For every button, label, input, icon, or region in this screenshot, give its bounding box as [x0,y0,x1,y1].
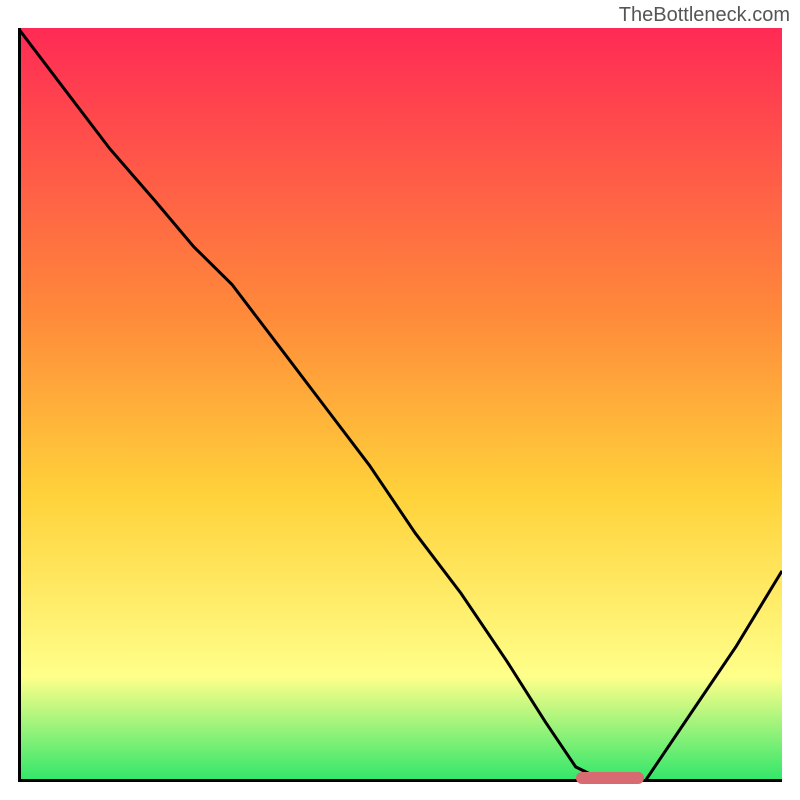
watermark-text: TheBottleneck.com [619,4,790,27]
axes-frame [18,28,782,782]
optimal-range-marker [576,772,645,784]
